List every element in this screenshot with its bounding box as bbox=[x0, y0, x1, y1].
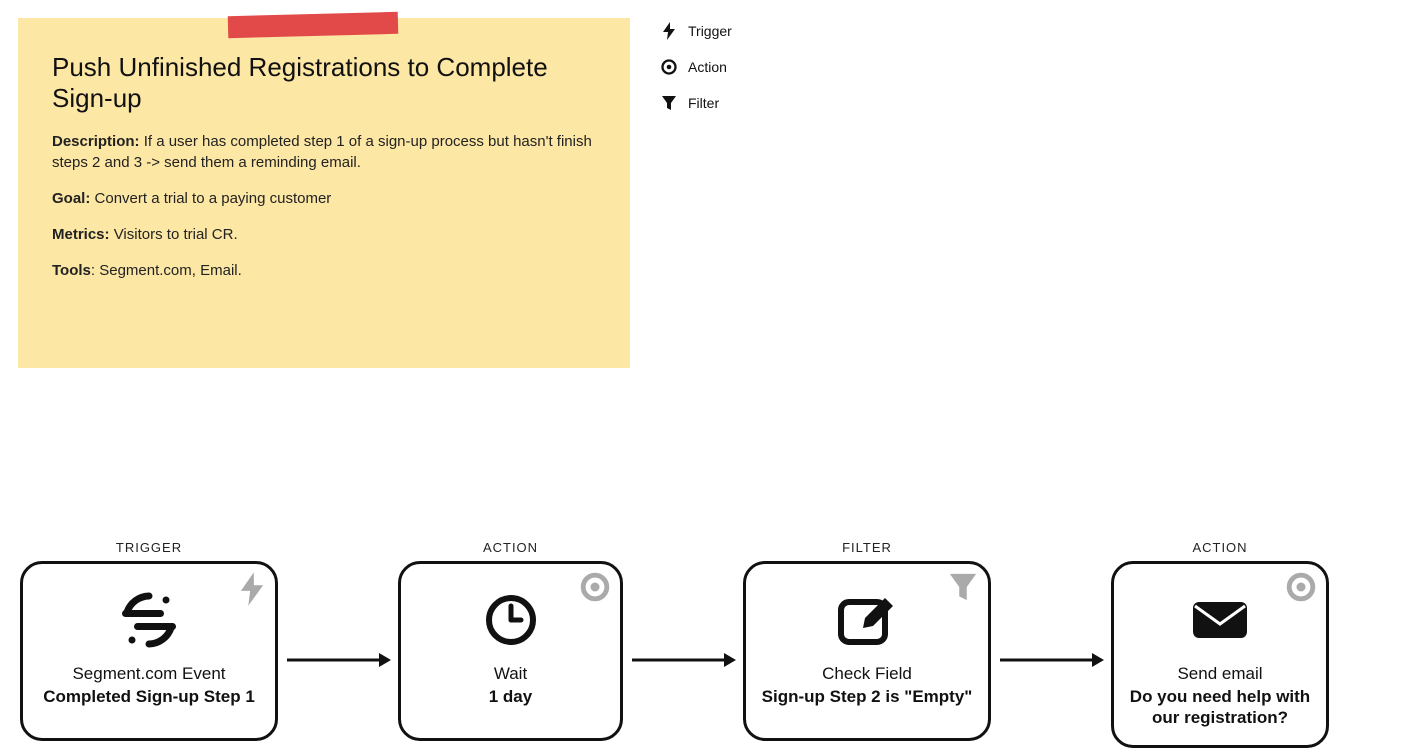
legend-filter: Filter bbox=[660, 94, 732, 112]
target-icon bbox=[660, 58, 678, 76]
card-detail: 1 day bbox=[489, 686, 532, 707]
edit-field-icon bbox=[835, 590, 899, 650]
arrow-icon bbox=[991, 540, 1111, 670]
legend-action-label: Action bbox=[688, 59, 727, 75]
tools-text: : Segment.com, Email. bbox=[91, 262, 242, 279]
funnel-icon bbox=[948, 572, 978, 602]
flow-step-action-wait: ACTION Wait 1 day bbox=[398, 540, 623, 741]
arrow-icon bbox=[278, 540, 398, 670]
note-title: Push Unfinished Registrations to Complet… bbox=[52, 52, 596, 114]
bolt-icon bbox=[660, 22, 678, 40]
flow-card-trigger: Segment.com Event Completed Sign-up Step… bbox=[20, 561, 278, 741]
flow-step-filter: FILTER Check Field Sign-up Step 2 is "Em… bbox=[743, 540, 991, 741]
card-detail: Do you need help with our registration? bbox=[1128, 686, 1312, 729]
legend-trigger: Trigger bbox=[660, 22, 732, 40]
note-goal-line: Goal: Convert a trial to a paying custom… bbox=[52, 189, 596, 209]
note-description-line: Description: If a user has completed ste… bbox=[52, 132, 596, 173]
goal-text: Convert a trial to a paying customer bbox=[95, 190, 332, 207]
card-detail: Completed Sign-up Step 1 bbox=[43, 686, 255, 707]
flow-card-filter: Check Field Sign-up Step 2 is "Empty" bbox=[743, 561, 991, 741]
clock-icon bbox=[483, 590, 539, 650]
description-label: Description: bbox=[52, 133, 140, 150]
target-icon bbox=[580, 572, 610, 602]
metrics-label: Metrics: bbox=[52, 226, 110, 243]
legend-action: Action bbox=[660, 58, 732, 76]
tools-label: Tools bbox=[52, 262, 91, 279]
step-type-label: TRIGGER bbox=[116, 540, 182, 555]
target-icon bbox=[1286, 572, 1316, 602]
step-type-label: ACTION bbox=[483, 540, 538, 555]
card-title: Send email bbox=[1177, 664, 1262, 684]
flow-step-trigger: TRIGGER Segment.com Event Completed Sign… bbox=[20, 540, 278, 741]
metrics-text: Visitors to trial CR. bbox=[114, 226, 238, 243]
flow-step-action-email: ACTION Send email Do you need help with … bbox=[1111, 540, 1329, 748]
flow-card-email: Send email Do you need help with our reg… bbox=[1111, 561, 1329, 748]
flow-diagram: TRIGGER Segment.com Event Completed Sign… bbox=[20, 540, 1387, 748]
goal-label: Goal: bbox=[52, 190, 90, 207]
card-detail: Sign-up Step 2 is "Empty" bbox=[762, 686, 973, 707]
sticky-note: Push Unfinished Registrations to Complet… bbox=[18, 18, 630, 368]
bolt-icon bbox=[239, 572, 265, 606]
flow-card-wait: Wait 1 day bbox=[398, 561, 623, 741]
segment-icon bbox=[114, 590, 184, 650]
card-title: Check Field bbox=[822, 664, 912, 684]
card-title: Segment.com Event bbox=[72, 664, 225, 684]
note-tools-line: Tools: Segment.com, Email. bbox=[52, 261, 596, 281]
step-type-label: FILTER bbox=[842, 540, 892, 555]
card-title: Wait bbox=[494, 664, 527, 684]
note-metrics-line: Metrics: Visitors to trial CR. bbox=[52, 225, 596, 245]
tape-decoration bbox=[228, 12, 399, 38]
envelope-icon bbox=[1191, 590, 1249, 650]
legend-filter-label: Filter bbox=[688, 95, 719, 111]
step-type-label: ACTION bbox=[1192, 540, 1247, 555]
arrow-icon bbox=[623, 540, 743, 670]
legend-trigger-label: Trigger bbox=[688, 23, 732, 39]
funnel-icon bbox=[660, 94, 678, 112]
legend: Trigger Action Filter bbox=[660, 22, 732, 130]
